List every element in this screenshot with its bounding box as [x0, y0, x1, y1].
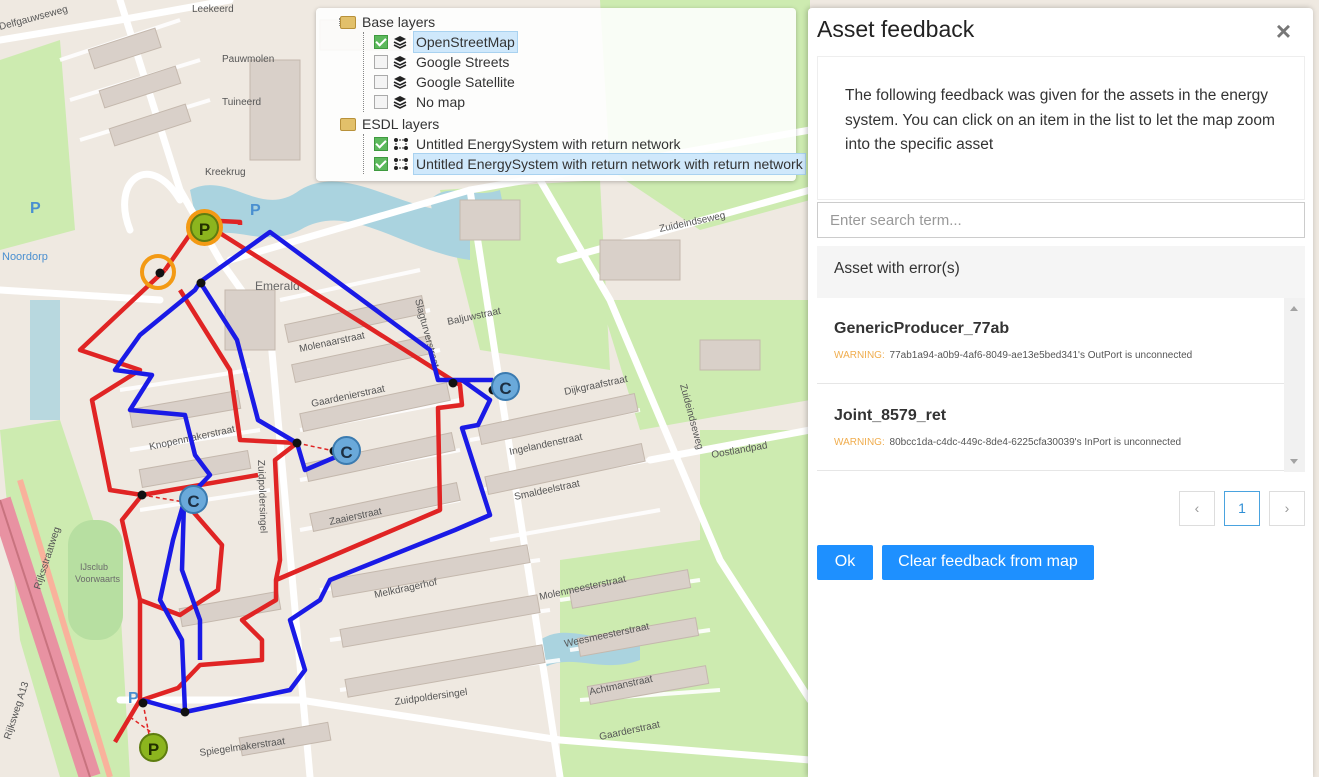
list-group-header: Asset with error(s) — [817, 246, 1305, 298]
folder-icon — [340, 15, 356, 29]
svg-text:IJsclub: IJsclub — [80, 562, 108, 572]
layer-checkbox[interactable] — [374, 137, 388, 151]
tree-item-label: OpenStreetMap — [414, 32, 517, 52]
description-box: The following feedback was given for the… — [817, 56, 1305, 200]
tree-item-esdl-layer-1[interactable]: Untitled EnergySystem with return networ… — [374, 134, 683, 154]
scroll-up-arrow-icon[interactable] — [1290, 306, 1298, 311]
tree-item-label: Google Satellite — [416, 74, 515, 90]
consumer-marker[interactable]: C — [179, 485, 208, 514]
ok-button[interactable]: Ok — [817, 545, 873, 580]
tree-group-base-layers[interactable]: Base layers — [340, 12, 437, 32]
tree-group-label: Base layers — [362, 14, 436, 30]
producer-marker[interactable]: P — [190, 213, 219, 242]
svg-text:Tuineerd: Tuineerd — [222, 97, 261, 108]
svg-text:Kreekrug: Kreekrug — [205, 167, 246, 178]
tree-item-label: Untitled EnergySystem with return networ… — [414, 154, 805, 174]
layer-checkbox[interactable] — [374, 75, 388, 89]
tree-item-label: Google Streets — [416, 54, 510, 70]
network-icon — [393, 157, 409, 171]
tree-group-esdl-layers[interactable]: ESDL layers — [340, 114, 441, 134]
network-icon — [393, 137, 409, 151]
asset-feedback-panel: Asset feedback × The following feedback … — [808, 8, 1313, 777]
layers-icon — [393, 95, 409, 109]
tree-item-openstreetmap[interactable]: OpenStreetMap — [374, 32, 517, 52]
tree-item-google-streets[interactable]: Google Streets — [374, 52, 511, 72]
layer-checkbox[interactable] — [374, 95, 388, 109]
svg-text:P: P — [30, 200, 41, 217]
list-item[interactable]: GenericProducer_77ab WARNING: 77ab1a94-a… — [817, 298, 1284, 384]
svg-text:P: P — [250, 202, 261, 219]
producer-marker[interactable]: P — [139, 733, 168, 762]
asset-message: WARNING: 80bcc1da-c4dc-449c-8de4-6225cfa… — [834, 437, 1181, 448]
tree-item-no-map[interactable]: No map — [374, 92, 467, 112]
svg-text:Leekeerd: Leekeerd — [192, 4, 234, 15]
feedback-list: GenericProducer_77ab WARNING: 77ab1a94-a… — [817, 298, 1305, 472]
layers-icon — [393, 55, 409, 69]
layer-checkbox[interactable] — [374, 35, 388, 49]
layer-checkbox[interactable] — [374, 55, 388, 69]
layers-icon — [393, 35, 409, 49]
consumer-marker[interactable]: C — [491, 372, 520, 401]
pagination-next-button[interactable]: › — [1269, 491, 1305, 526]
tree-item-label: Untitled EnergySystem with return networ… — [416, 136, 681, 152]
svg-text:Noordorp: Noordorp — [2, 251, 48, 263]
message-text: 77ab1a94-a0b9-4af6-8049-ae13e5bed341's O… — [889, 350, 1193, 361]
panel-title: Asset feedback — [817, 16, 975, 42]
folder-icon — [340, 117, 356, 131]
layers-icon — [393, 75, 409, 89]
asset-name: GenericProducer_77ab — [834, 320, 1010, 337]
asset-message: WARNING: 77ab1a94-a0b9-4af6-8049-ae13e5b… — [834, 350, 1192, 361]
clear-feedback-button[interactable]: Clear feedback from map — [882, 545, 1094, 580]
message-text: 80bcc1da-c4dc-449c-8de4-6225cfa30039's I… — [889, 437, 1182, 448]
close-button[interactable]: × — [1276, 18, 1291, 44]
tree-item-esdl-layer-2[interactable]: Untitled EnergySystem with return networ… — [374, 154, 805, 174]
svg-text:Pauwmolen: Pauwmolen — [222, 54, 274, 65]
tree-group-label: ESDL layers — [362, 116, 440, 132]
warning-label: WARNING: — [834, 350, 885, 361]
scroll-down-arrow-icon[interactable] — [1290, 459, 1298, 464]
layer-tree-panel: Base layers OpenStreetMap Google Streets… — [316, 8, 805, 181]
warning-label: WARNING: — [834, 437, 885, 448]
list-scrollbar[interactable] — [1284, 298, 1305, 472]
svg-text:Voorwaarts: Voorwaarts — [75, 574, 121, 584]
consumer-marker[interactable]: C — [332, 436, 361, 465]
warning-ring-marker[interactable] — [140, 254, 176, 290]
layer-checkbox[interactable] — [374, 157, 388, 171]
list-item[interactable]: Joint_8579_ret WARNING: 80bcc1da-c4dc-44… — [817, 385, 1284, 471]
description-text: The following feedback was given for the… — [845, 87, 1275, 153]
asset-name: Joint_8579_ret — [834, 407, 947, 424]
pagination-prev-button[interactable]: ‹ — [1179, 491, 1215, 526]
tree-item-label: No map — [416, 94, 466, 110]
tree-item-google-satellite[interactable]: Google Satellite — [374, 72, 517, 92]
search-input[interactable] — [817, 202, 1305, 238]
pagination-page-1[interactable]: 1 — [1224, 491, 1260, 526]
